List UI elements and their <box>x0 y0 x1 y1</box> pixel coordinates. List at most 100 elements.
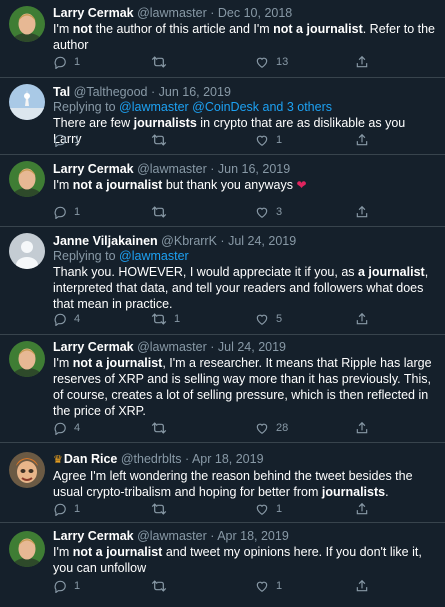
author-name[interactable]: Dan Rice <box>64 452 118 466</box>
retweet-button[interactable] <box>151 578 174 594</box>
like-button[interactable]: 1 <box>255 501 282 517</box>
reply-button[interactable]: 4 <box>53 311 80 327</box>
tweet-text: I'm not a journalist, I'm a researcher. … <box>53 355 435 419</box>
tweet[interactable]: Larry Cermak @lawmaster · Apr 18, 2019 I… <box>0 523 445 607</box>
tweet-actions: 4 28 <box>0 420 445 436</box>
tweet-text: I'm not the author of this article and I… <box>53 21 435 53</box>
reply-button[interactable]: 1 <box>53 578 80 594</box>
avatar-larry-cermak[interactable] <box>9 531 45 567</box>
replying-to-label: Replying to <box>53 249 116 263</box>
tweet[interactable]: Tal @Talthegood · Jun 16, 2019 Replying … <box>0 78 445 155</box>
reply-button[interactable]: 1 <box>53 54 80 70</box>
tweet-date[interactable]: Apr 18, 2019 <box>192 452 264 466</box>
separator-dot: · <box>184 452 190 466</box>
author-name[interactable]: Larry Cermak <box>53 162 134 176</box>
author-name[interactable]: Larry Cermak <box>53 340 134 354</box>
avatar-larry-cermak[interactable] <box>9 161 45 197</box>
author-handle[interactable]: @thedrblts <box>121 452 182 466</box>
reply-button[interactable]: 1 <box>53 132 80 148</box>
replying-to-label: Replying to <box>53 100 116 114</box>
share-button[interactable] <box>355 311 369 327</box>
reply-icon <box>54 422 66 435</box>
tweet-thread: Larry Cermak @lawmaster · Dec 10, 2018 I… <box>0 0 445 607</box>
retweet-button[interactable] <box>151 54 174 70</box>
avatar-larry-cermak[interactable] <box>9 341 45 377</box>
author-handle[interactable]: @lawmaster <box>137 162 207 176</box>
tweet-date[interactable]: Jul 24, 2019 <box>228 234 296 248</box>
like-button[interactable]: 13 <box>255 54 288 70</box>
like-icon <box>256 135 268 146</box>
tweet-date[interactable]: Jun 16, 2019 <box>159 85 231 99</box>
reply-count: 1 <box>74 206 81 218</box>
share-icon <box>356 55 368 68</box>
author-handle[interactable]: @Talthegood <box>74 85 148 99</box>
text-run: There are few <box>53 116 134 130</box>
retweet-button[interactable]: 1 <box>151 311 180 327</box>
reply-icon <box>54 313 66 326</box>
separator-dot: · <box>210 529 215 543</box>
heart-emoji: ❤ <box>296 178 307 192</box>
retweet-button[interactable] <box>151 132 174 148</box>
reply-icon <box>54 206 66 219</box>
reply-icon <box>54 503 66 516</box>
share-button[interactable] <box>355 132 369 148</box>
author-name[interactable]: Tal <box>53 85 70 99</box>
like-count: 5 <box>276 313 283 325</box>
avatar-tal[interactable] <box>9 84 45 120</box>
like-count: 1 <box>276 134 283 146</box>
tweet-header: Larry Cermak @lawmaster · Apr 18, 2019 <box>53 528 435 544</box>
retweet-button[interactable] <box>151 420 174 436</box>
tweet-header: Janne Viljakainen @KbrarrK · Jul 24, 201… <box>53 233 435 249</box>
tweet[interactable]: Larry Cermak @lawmaster · Jul 24, 2019 I… <box>0 335 445 443</box>
share-button[interactable] <box>355 54 369 70</box>
reply-button[interactable]: 1 <box>53 501 80 517</box>
tweet-text: I'm not a journalist and tweet my opinio… <box>53 544 435 576</box>
author-name[interactable]: Larry Cermak <box>53 529 134 543</box>
like-button[interactable]: 28 <box>255 420 288 436</box>
author-name[interactable]: Janne Viljakainen <box>53 234 158 248</box>
reply-icon <box>54 134 66 147</box>
text-run: . <box>385 485 389 499</box>
share-icon <box>356 579 368 592</box>
separator-dot: · <box>210 162 215 176</box>
like-button[interactable]: 3 <box>255 204 282 220</box>
author-handle[interactable]: @lawmaster <box>137 529 207 543</box>
text-bold: not a journalist <box>72 545 163 559</box>
author-handle[interactable]: @KbrarrK <box>161 234 217 248</box>
share-button[interactable] <box>355 501 369 517</box>
replying-to-mentions[interactable]: @lawmaster @CoinDesk and 3 others <box>119 100 332 114</box>
retweet-icon <box>151 580 167 592</box>
retweet-icon <box>151 422 167 434</box>
avatar-larry-cermak[interactable] <box>9 6 45 42</box>
tweet-text: Thank you. HOWEVER, I would appreciate i… <box>53 264 435 312</box>
author-name[interactable]: Larry Cermak <box>53 6 134 20</box>
retweet-button[interactable] <box>151 204 174 220</box>
like-button[interactable]: 1 <box>255 132 282 148</box>
like-count: 28 <box>276 422 289 434</box>
share-button[interactable] <box>355 204 369 220</box>
reply-button[interactable]: 1 <box>53 204 80 220</box>
like-button[interactable]: 1 <box>255 578 282 594</box>
retweet-button[interactable] <box>151 501 174 517</box>
like-count: 1 <box>276 580 283 592</box>
tweet[interactable]: Larry Cermak @lawmaster · Dec 10, 2018 I… <box>0 0 445 78</box>
tweet[interactable]: ♛Dan Rice @thedrblts · Apr 18, 2019 Agre… <box>0 443 445 523</box>
share-button[interactable] <box>355 578 369 594</box>
tweet-date[interactable]: Jul 24, 2019 <box>218 340 286 354</box>
tweet[interactable]: Larry Cermak @lawmaster · Jun 16, 2019 I… <box>0 155 445 227</box>
replying-to-mentions[interactable]: @lawmaster <box>119 249 189 263</box>
avatar-default[interactable] <box>9 233 45 269</box>
tweet-text: Agree I'm left wondering the reason behi… <box>53 468 435 500</box>
avatar-dan-rice[interactable] <box>9 452 45 488</box>
replying-to: Replying to @lawmaster @CoinDesk and 3 o… <box>53 100 435 115</box>
author-handle[interactable]: @lawmaster <box>137 340 207 354</box>
author-handle[interactable]: @lawmaster <box>137 6 207 20</box>
tweet[interactable]: Janne Viljakainen @KbrarrK · Jul 24, 201… <box>0 227 445 335</box>
reply-button[interactable]: 4 <box>53 420 80 436</box>
tweet-date[interactable]: Jun 16, 2019 <box>218 162 290 176</box>
tweet-date[interactable]: Dec 10, 2018 <box>218 6 292 20</box>
text-run: I'm <box>53 356 73 370</box>
like-button[interactable]: 5 <box>255 311 282 327</box>
share-button[interactable] <box>355 420 369 436</box>
tweet-date[interactable]: Apr 18, 2019 <box>217 529 289 543</box>
